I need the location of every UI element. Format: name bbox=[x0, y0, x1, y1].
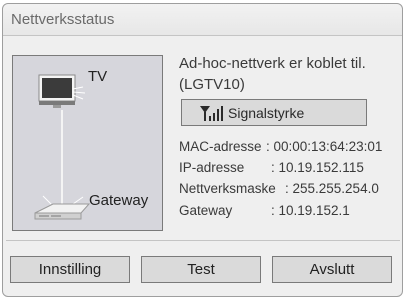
netmask-label: Nettverksmaske bbox=[179, 181, 276, 196]
signal-strength-label: Signalstyrke bbox=[228, 105, 305, 121]
netmask-row: Nettverksmaske : 255.255.254.0 bbox=[179, 181, 379, 196]
mac-address-label: MAC-adresse bbox=[179, 139, 262, 154]
connection-diagram: TV Gateway bbox=[12, 55, 163, 231]
test-button[interactable]: Test bbox=[141, 256, 261, 283]
signal-strength-icon bbox=[200, 106, 223, 121]
mac-address-value: : 00:00:13:64:23:01 bbox=[266, 139, 383, 154]
gateway-icon bbox=[34, 203, 91, 220]
signal-strength-indicator: Signalstyrke bbox=[181, 99, 367, 126]
tv-icon bbox=[38, 74, 76, 108]
netmask-value: : 255.255.254.0 bbox=[285, 181, 379, 196]
title-bar: Nettverksstatus bbox=[3, 4, 402, 36]
gateway-label: Gateway bbox=[89, 192, 149, 209]
ip-address-value: : 10.19.152.115 bbox=[271, 160, 364, 175]
gateway-row: Gateway : 10.19.152.1 bbox=[179, 203, 350, 218]
divider bbox=[6, 240, 400, 241]
settings-button[interactable]: Innstilling bbox=[10, 256, 130, 283]
mac-address-row: MAC-adresse : 00:00:13:64:23:01 bbox=[179, 139, 382, 154]
exit-button[interactable]: Avslutt bbox=[272, 256, 392, 283]
connection-status-text: Ad-hoc-nettverk er koblet til. bbox=[179, 55, 366, 72]
ip-address-row: IP-adresse : 10.19.152.115 bbox=[179, 160, 364, 175]
network-name: (LGTV10) bbox=[179, 76, 245, 93]
tv-label: TV bbox=[88, 68, 108, 85]
dialog-title: Nettverksstatus bbox=[11, 11, 115, 28]
gateway-address-label: Gateway bbox=[179, 203, 233, 218]
ip-address-label: IP-adresse bbox=[179, 160, 245, 175]
gateway-address-value: : 10.19.152.1 bbox=[271, 203, 350, 218]
